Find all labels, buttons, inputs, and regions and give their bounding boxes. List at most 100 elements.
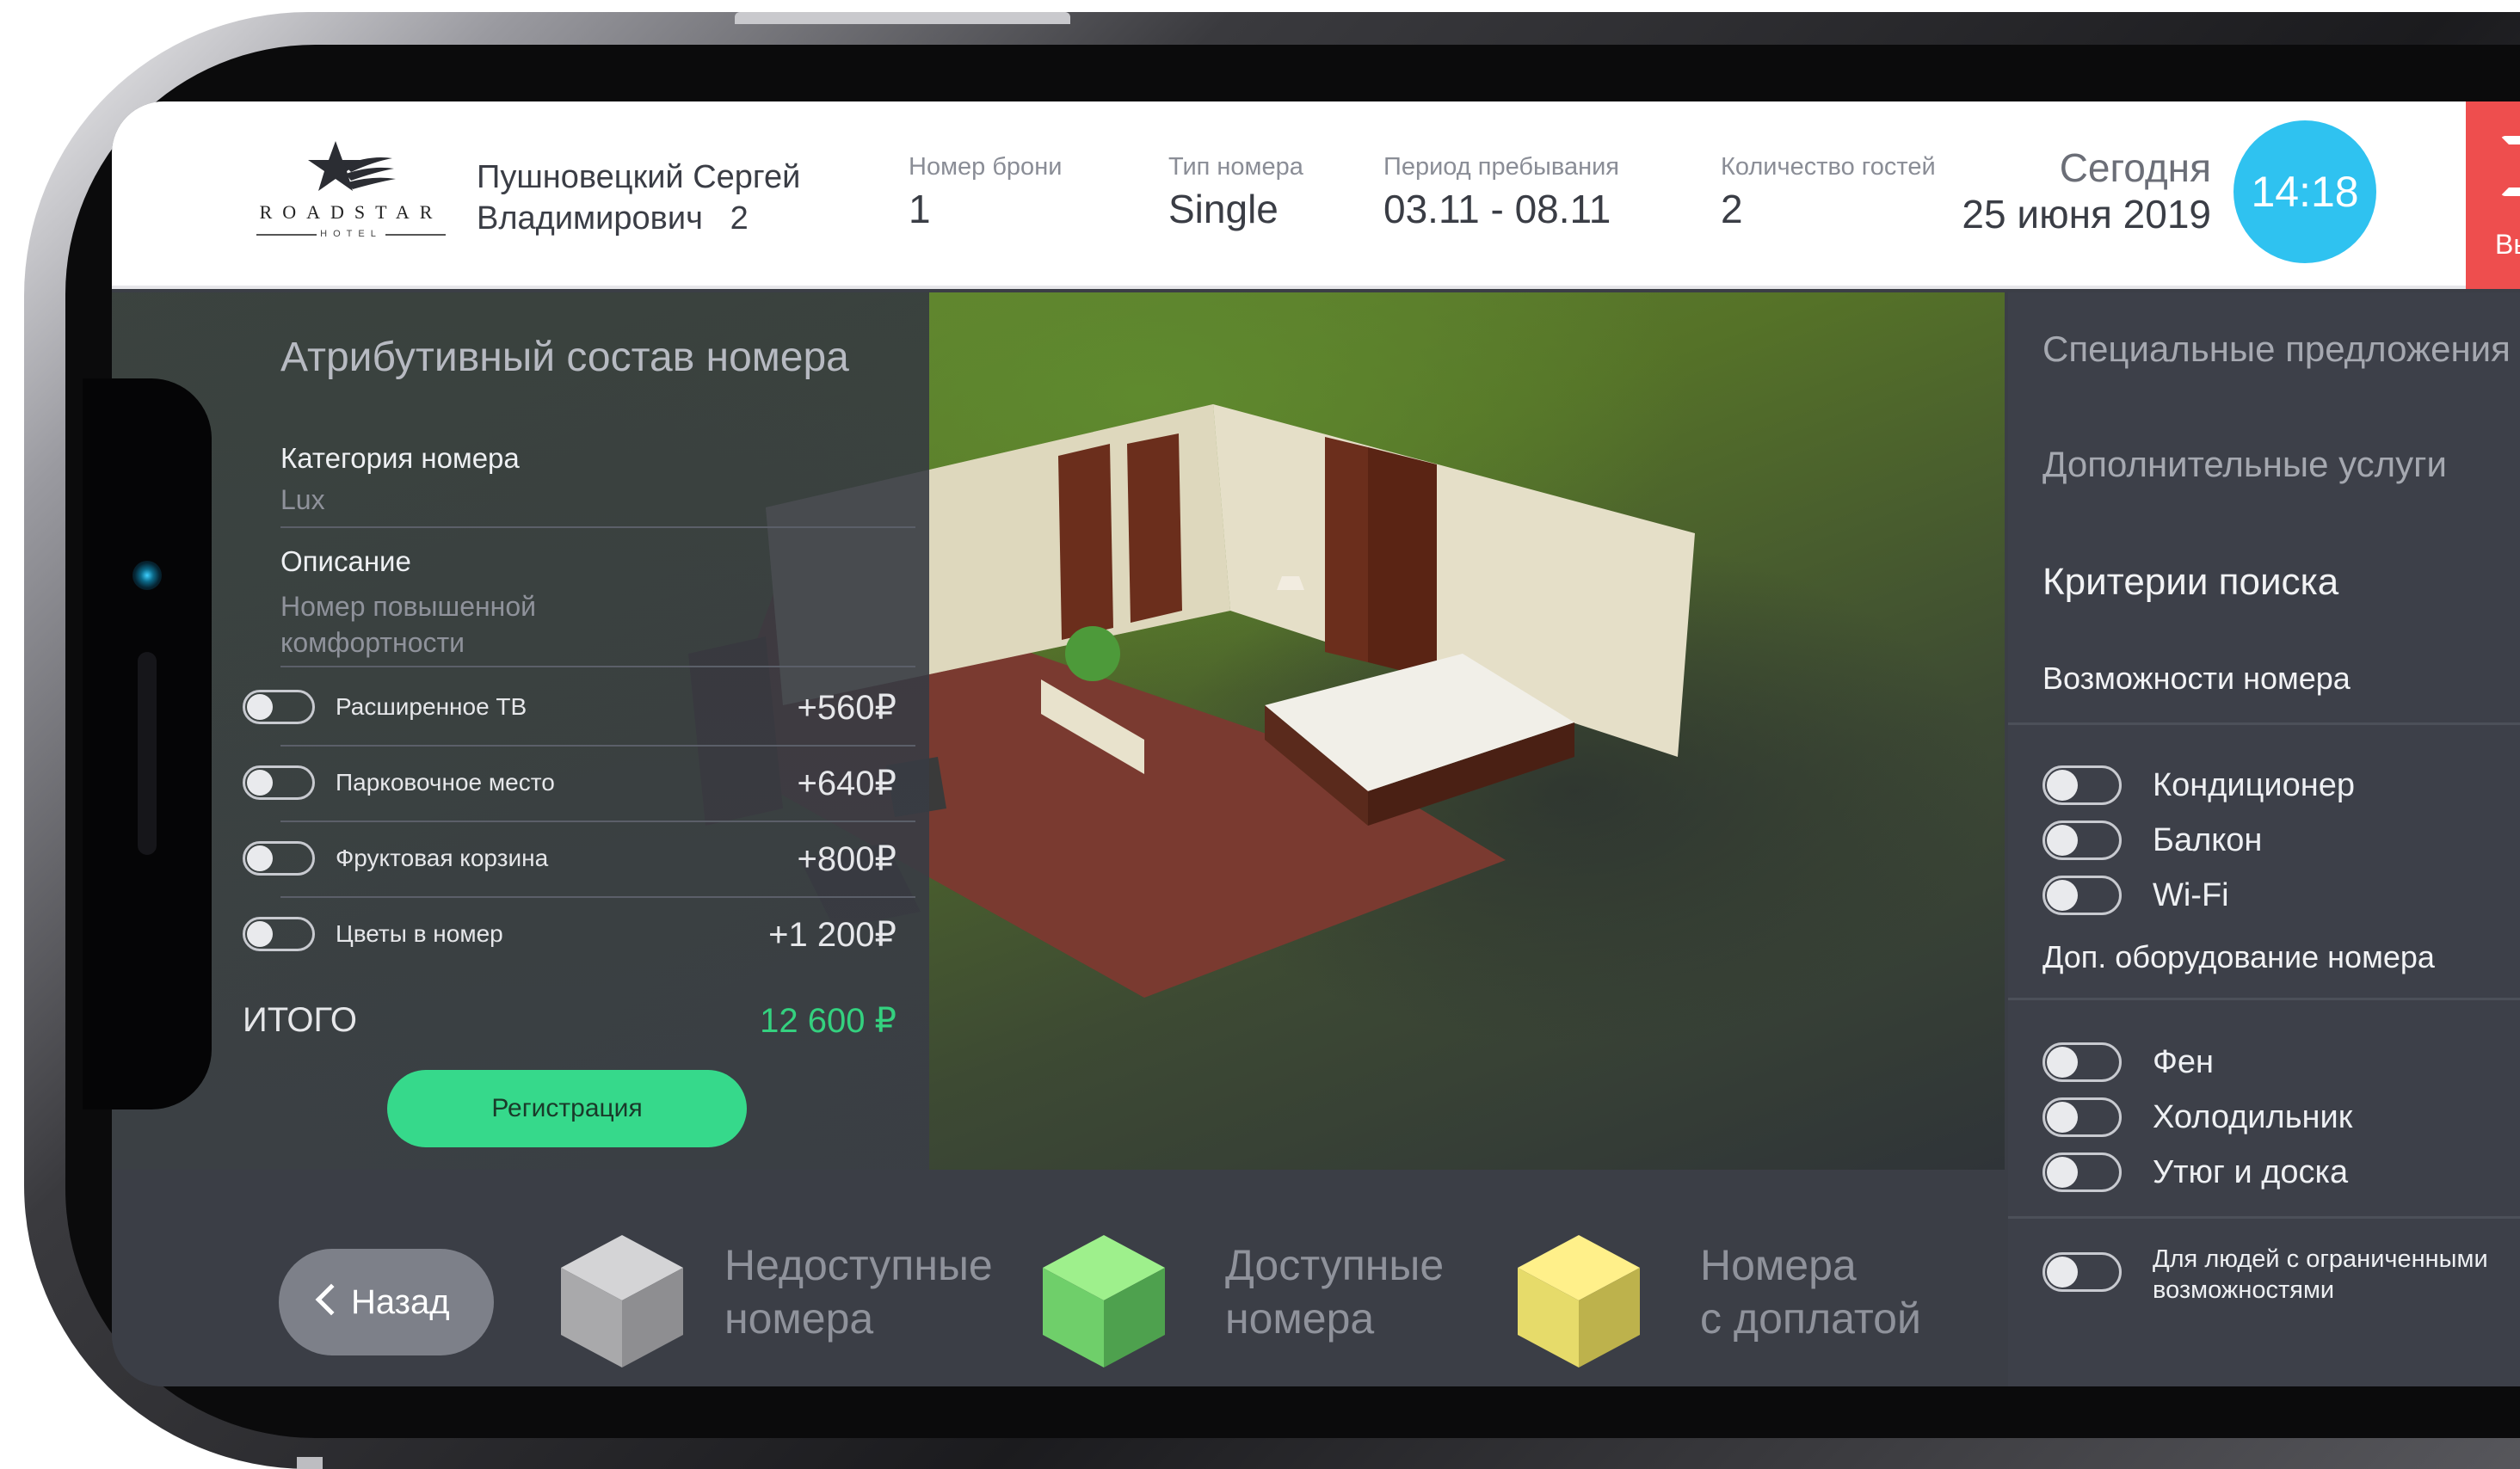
feature-toggle[interactable] [2042, 876, 2122, 915]
toggle-knob [247, 770, 273, 796]
equipment-iron: Утюг и доска [2042, 1149, 2520, 1197]
divider [280, 821, 915, 822]
equipment-fridge: Холодильник [2042, 1094, 2520, 1142]
unavailable-rooms-cube-icon [561, 1235, 683, 1368]
register-button[interactable]: Регистрация [387, 1070, 747, 1147]
stay-period-label: Период пребывания [1383, 153, 1619, 181]
option-label: Расширенное ТВ [336, 693, 527, 720]
logo-wordmark: ROADSTAR [259, 201, 443, 223]
equipment-toggle[interactable] [2042, 1097, 2122, 1137]
accessibility-line1: Для людей с ограниченными [2153, 1245, 2488, 1273]
option-label: Цветы в номер [336, 920, 503, 947]
description-line1: Номер повышенной [280, 591, 536, 622]
feature-air-conditioner: Кондиционер [2042, 762, 2520, 810]
equipment-hairdryer: Фен [2042, 1039, 2520, 1087]
surcharge-rooms-cube-icon [1518, 1235, 1640, 1368]
app-screen: ROADSTAR HOTEL Пушновецкий Сергей Владим… [112, 101, 2520, 1386]
feature-toggle[interactable] [2042, 821, 2122, 860]
legend-line1: Номера [1700, 1241, 1857, 1289]
room-legend-bar: Назад Недоступные номера Доступные номер… [112, 1170, 2005, 1386]
extra-services-link[interactable]: Дополнительные услуги [2042, 444, 2447, 485]
divider [280, 526, 915, 528]
equipment-label: Утюг и доска [2153, 1154, 2349, 1190]
option-flowers: Цветы в номер +1 200₽ [243, 908, 896, 960]
option-label: Фруктовая корзина [336, 845, 549, 871]
today-date: 25 июня 2019 [1962, 192, 2211, 237]
room-features-title: Возможности номера [2042, 661, 2351, 696]
front-camera [132, 561, 162, 590]
legend-available: Доступные номера [1225, 1239, 1444, 1345]
room-wardrobe [1368, 447, 1437, 679]
accessibility-label: Для людей с ограниченными возможностями [2153, 1244, 2520, 1306]
room-door [1127, 433, 1182, 623]
toggle-knob [2047, 1102, 2078, 1133]
equipment-toggle[interactable] [2042, 1152, 2122, 1192]
feature-wifi: Wi-Fi [2042, 872, 2520, 920]
stay-period-value: 03.11 - 08.11 [1383, 187, 1611, 231]
chevron-left-icon [315, 1283, 348, 1316]
room-type-value: Single [1168, 187, 1278, 231]
description-value: Номер повышенной комфортности [280, 588, 536, 661]
guests-count-label: Количество гостей [1721, 153, 1936, 181]
room-type-label: Тип номера [1168, 153, 1303, 181]
legend-surcharge: Номера с доплатой [1700, 1239, 1921, 1345]
legend-unavailable: Недоступные номера [724, 1239, 993, 1345]
option-toggle[interactable] [243, 841, 315, 876]
equipment-toggle[interactable] [2042, 1042, 2122, 1082]
feature-label: Балкон [2153, 822, 2263, 858]
logo-star-icon [308, 141, 396, 191]
divider [2008, 998, 2520, 1000]
booking-number-label: Номер брони [909, 153, 1063, 181]
phone-side-button [297, 1457, 323, 1469]
guest-name-line1: Пушновецкий Сергей [477, 159, 801, 195]
toggle-knob [2047, 880, 2078, 911]
option-extended-tv: Расширенное ТВ +560₽ [243, 681, 896, 733]
legend-line2: номера [724, 1294, 874, 1343]
attributes-panel: Атрибутивный состав номера Категория ном… [112, 292, 929, 1170]
divider [280, 666, 915, 667]
filters-panel: Специальные предложения Дополнительные у… [2008, 292, 2520, 1386]
room-door [1058, 444, 1113, 640]
room-category-label: Категория номера [280, 442, 520, 474]
guest-name: Пушновецкий Сергей Владимирович 2 [477, 157, 800, 239]
legend-line1: Доступные [1225, 1241, 1445, 1289]
exit-icon [2500, 136, 2520, 196]
attributes-title: Атрибутивный состав номера [280, 335, 849, 380]
divider [2008, 1216, 2520, 1219]
accessibility-line2: возможностями [2153, 1276, 2335, 1304]
toggle-knob [2047, 1157, 2078, 1188]
accessibility-toggle[interactable] [2042, 1252, 2122, 1292]
total-value: 12 600 ₽ [760, 1002, 896, 1040]
divider [280, 745, 915, 747]
guest-count-badge: 2 [730, 200, 749, 237]
option-toggle[interactable] [243, 765, 315, 800]
toggle-knob [2047, 825, 2078, 856]
exit-button[interactable]: Вы [2466, 101, 2520, 289]
toggle-knob [247, 921, 273, 947]
total-label: ИТОГО [243, 1001, 358, 1039]
feature-toggle[interactable] [2042, 765, 2122, 805]
guests-count-value: 2 [1721, 187, 1743, 231]
special-offers-link[interactable]: Специальные предложения [2042, 329, 2511, 370]
roadstar-hotel-logo: ROADSTAR HOTEL [256, 139, 446, 243]
earpiece-speaker [138, 652, 157, 855]
back-button[interactable]: Назад [279, 1249, 494, 1355]
extra-equipment-title: Доп. оборудование номера [2042, 939, 2435, 974]
option-toggle[interactable] [243, 690, 315, 724]
option-parking-spot: Парковочное место +640₽ [243, 757, 896, 808]
accessibility-option: Для людей с ограниченными возможностями [2042, 1245, 2520, 1304]
today-label: Сегодня [2059, 145, 2211, 190]
header-bar: ROADSTAR HOTEL Пушновецкий Сергей Владим… [112, 101, 2520, 289]
toggle-knob [2047, 1257, 2078, 1288]
option-toggle[interactable] [243, 917, 315, 951]
room-category-value: Lux [280, 484, 325, 515]
equipment-label: Фен [2153, 1044, 2215, 1080]
toggle-knob [2047, 770, 2078, 801]
toggle-knob [247, 694, 273, 720]
option-label: Парковочное место [336, 769, 555, 796]
phone-volume-button [735, 12, 1070, 24]
option-price: +560₽ [797, 689, 896, 727]
feature-label: Кондиционер [2153, 767, 2356, 803]
exit-button-label: Вы [2495, 229, 2520, 260]
room-plant [1065, 626, 1120, 681]
